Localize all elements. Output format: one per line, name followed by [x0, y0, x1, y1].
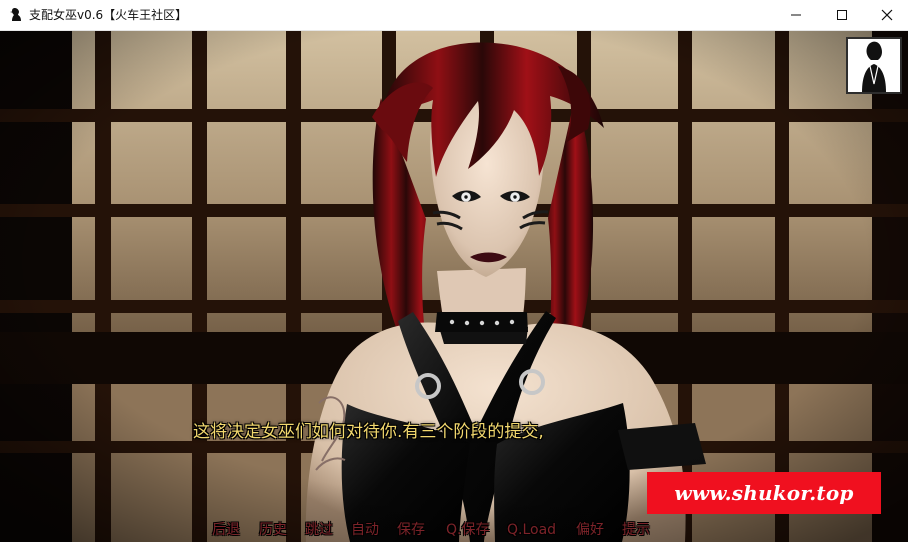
- title-bar[interactable]: 支配女巫v0.6【火车王社区】: [0, 0, 908, 31]
- skip-button[interactable]: 跳过: [305, 521, 333, 539]
- back-button[interactable]: 后退: [212, 521, 240, 539]
- scene-illustration: [0, 31, 908, 542]
- save-button[interactable]: 保存: [397, 521, 425, 539]
- history-button[interactable]: 历史: [259, 521, 287, 539]
- game-window: 支配女巫v0.6【火车王社区】 这将决定女巫们如何对待你.有三个阶段的提交, w…: [0, 0, 908, 542]
- close-button[interactable]: [864, 0, 908, 30]
- watermark: www.shukor.top: [647, 472, 881, 514]
- game-screen[interactable]: 这将决定女巫们如何对待你.有三个阶段的提交, www.shukor.top 后退…: [0, 31, 908, 542]
- preferences-button[interactable]: 偏好: [576, 521, 604, 539]
- dialogue-text: 这将决定女巫们如何对待你.有三个阶段的提交,: [193, 422, 544, 442]
- minimize-button[interactable]: [773, 0, 819, 30]
- maximize-button[interactable]: [819, 0, 865, 30]
- quick-save-button[interactable]: Q.保存: [446, 521, 489, 539]
- auto-button[interactable]: 自动: [351, 521, 379, 539]
- quick-load-button[interactable]: Q.Load: [507, 521, 556, 539]
- window-title: 支配女巫v0.6【火车王社区】: [29, 8, 188, 22]
- character-portrait[interactable]: [846, 37, 902, 94]
- character-portrait-icon: [848, 39, 900, 92]
- raven-icon: [10, 8, 21, 21]
- quick-menu: 后退 历史 跳过 自动 保存 Q.保存 Q.Load 偏好 提示: [0, 519, 908, 542]
- maximize-icon: [837, 10, 847, 20]
- close-icon: [881, 9, 893, 21]
- minimize-icon: [791, 14, 801, 16]
- help-button[interactable]: 提示: [622, 521, 650, 539]
